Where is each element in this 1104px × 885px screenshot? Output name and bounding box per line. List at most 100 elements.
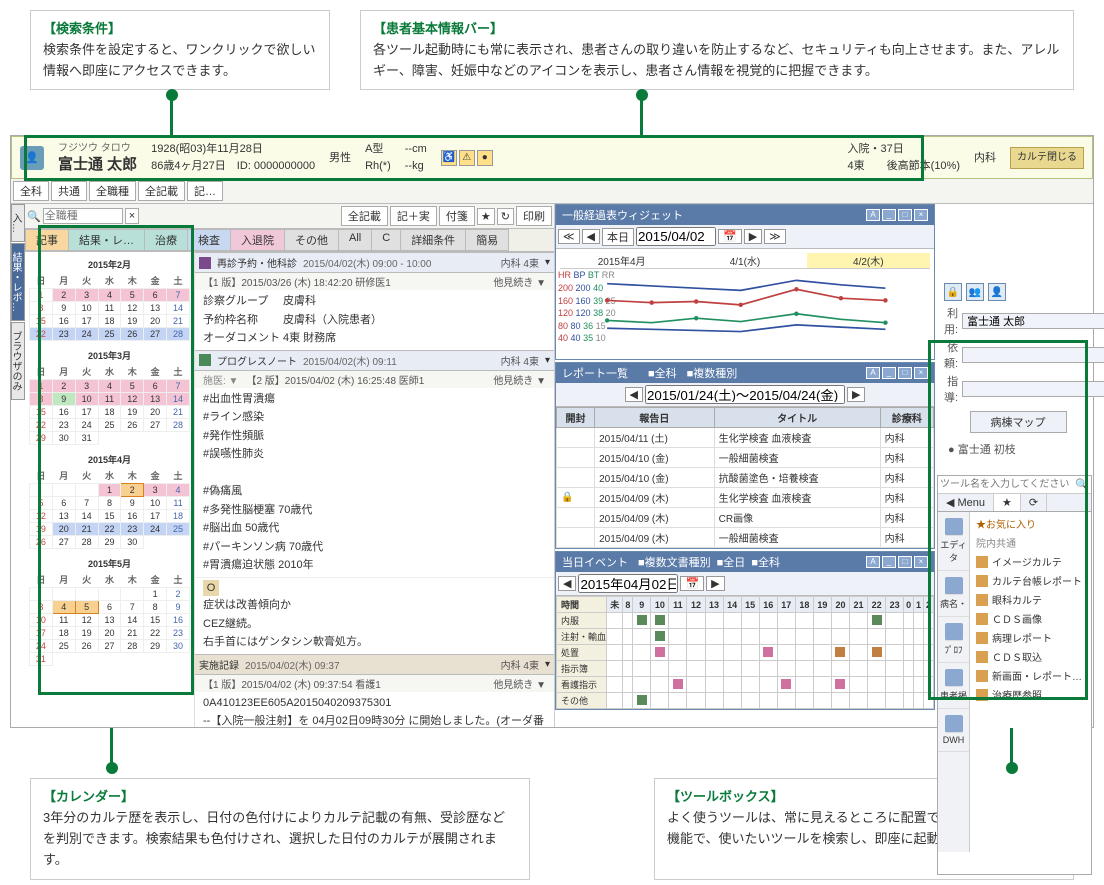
toolbox-item[interactable]: 新画面・レポート… [972, 666, 1089, 685]
event-cell[interactable] [633, 613, 651, 629]
event-cell[interactable] [813, 613, 831, 629]
event-cell[interactable] [914, 693, 924, 709]
event-cell[interactable] [669, 661, 687, 677]
event-cell[interactable] [904, 677, 914, 693]
event-date[interactable] [578, 574, 678, 593]
event-cell[interactable] [651, 677, 669, 693]
nav-last-button[interactable]: ≫ [764, 229, 786, 244]
search-icon[interactable]: 🔍 [1075, 478, 1089, 491]
mini-calendar[interactable]: 2015年4月日月火水木金土12345678910111213141516171… [29, 451, 190, 549]
event-cell[interactable] [741, 693, 759, 709]
event-cell[interactable] [669, 677, 687, 693]
btn-note-exec[interactable]: 記＋実 [390, 206, 437, 226]
report-col-header[interactable]: 報告日 [595, 408, 715, 428]
event-cell[interactable] [633, 661, 651, 677]
event-cell[interactable] [623, 613, 633, 629]
event-cell[interactable] [795, 645, 813, 661]
event-cell[interactable] [886, 613, 904, 629]
event-cell[interactable] [633, 677, 651, 693]
event-cell[interactable] [868, 629, 886, 645]
event-cell[interactable] [759, 693, 777, 709]
event-cell[interactable] [886, 677, 904, 693]
toolbox-menu-tab[interactable]: ◀ Menu [938, 494, 994, 511]
event-cell[interactable] [741, 629, 759, 645]
filter-exam[interactable]: 検査 [187, 229, 231, 251]
event-cell[interactable] [633, 693, 651, 709]
btn-all-note[interactable]: 全記載 [341, 206, 388, 226]
event-cell[interactable] [831, 645, 849, 661]
event-cell[interactable] [813, 677, 831, 693]
event-cell[interactable] [759, 677, 777, 693]
group-icon[interactable]: 👥 [966, 283, 984, 301]
side-tab-browser[interactable]: ブラウザのみ [11, 322, 25, 400]
mini-calendar[interactable]: 2015年5月日月火水木金土12345678910111213141516171… [29, 555, 190, 666]
report-row[interactable]: 2015/04/09 (木)CR画像内科 [557, 508, 934, 528]
event-cell[interactable] [831, 613, 849, 629]
event-cell[interactable] [705, 661, 723, 677]
event-cell[interactable] [868, 645, 886, 661]
event-cell[interactable] [868, 693, 886, 709]
event-cell[interactable] [831, 693, 849, 709]
event-cell[interactable] [651, 693, 669, 709]
event-cell[interactable] [651, 645, 669, 661]
event-cell[interactable] [705, 613, 723, 629]
report-col-header[interactable]: 診療科 [880, 408, 933, 428]
mini-calendar[interactable]: 2015年3月日月火水木金土12345678910111213141516171… [29, 347, 190, 445]
event-cell[interactable] [923, 629, 933, 645]
filter-article[interactable]: 記事 [25, 229, 69, 251]
report-prev[interactable]: ◀ [625, 387, 643, 402]
event-cell[interactable] [795, 661, 813, 677]
event-cell[interactable] [759, 629, 777, 645]
event-cell[interactable] [777, 629, 795, 645]
event-cell[interactable] [923, 693, 933, 709]
event-cell[interactable] [914, 645, 924, 661]
event-cell[interactable] [623, 645, 633, 661]
event-cell[interactable] [687, 629, 705, 645]
event-cell[interactable] [795, 629, 813, 645]
event-cell[interactable] [868, 613, 886, 629]
event-cell[interactable] [886, 693, 904, 709]
event-cell[interactable] [795, 677, 813, 693]
event-cell[interactable] [850, 677, 868, 693]
nav-next-button[interactable]: ▶ [744, 229, 762, 244]
filter-result[interactable]: 結果・レ… [68, 229, 145, 251]
event-cell[interactable] [687, 661, 705, 677]
toolbox-history-tab[interactable]: ⟳ [1021, 494, 1047, 511]
guide-field[interactable] [962, 381, 1104, 397]
event-cell[interactable] [723, 661, 741, 677]
filter-treat[interactable]: 治療 [144, 229, 188, 251]
event-cell[interactable] [813, 661, 831, 677]
event-cell[interactable] [886, 645, 904, 661]
report-row[interactable]: 2015/04/09 (木)一般細菌検査内科 [557, 528, 934, 548]
event-cell[interactable] [741, 613, 759, 629]
event-cell[interactable] [741, 677, 759, 693]
report-col-header[interactable]: 開封 [557, 408, 595, 428]
filter-detail[interactable]: 詳細条件 [400, 229, 466, 251]
event-cell[interactable] [623, 629, 633, 645]
event-cell[interactable] [795, 693, 813, 709]
event-cell[interactable] [669, 645, 687, 661]
tab-common[interactable]: 共通 [51, 181, 87, 201]
ev-cal-button[interactable]: 📅 [680, 576, 704, 591]
nav-prev-button[interactable]: ◀ [582, 229, 600, 244]
tab-note[interactable]: 記… [187, 181, 223, 201]
event-cell[interactable] [687, 693, 705, 709]
btn-star[interactable]: ★ [477, 208, 495, 225]
event-cell[interactable] [759, 613, 777, 629]
event-cell[interactable] [759, 661, 777, 677]
event-cell[interactable] [723, 613, 741, 629]
toolbox-fav-tab[interactable]: ★ [994, 494, 1021, 511]
event-cell[interactable] [904, 629, 914, 645]
ward-map-button[interactable]: 病棟マップ [970, 411, 1067, 433]
section-revisit-header[interactable]: 再診予約・他科診 2015/04/02(木) 09:00 - 10:00 内科 … [195, 252, 554, 273]
btn-print[interactable]: 印刷 [516, 206, 552, 226]
event-cell[interactable] [651, 629, 669, 645]
event-cell[interactable] [904, 645, 914, 661]
filter-admit[interactable]: 入退院 [230, 229, 285, 251]
report-col-header[interactable]: タイトル [714, 408, 880, 428]
btn-attach[interactable]: 付箋 [439, 206, 475, 226]
today-button[interactable]: 本日 [602, 228, 634, 246]
event-cell[interactable] [850, 661, 868, 677]
event-cell[interactable] [850, 693, 868, 709]
side-tab-result[interactable]: 結果・レポ… [11, 243, 25, 321]
